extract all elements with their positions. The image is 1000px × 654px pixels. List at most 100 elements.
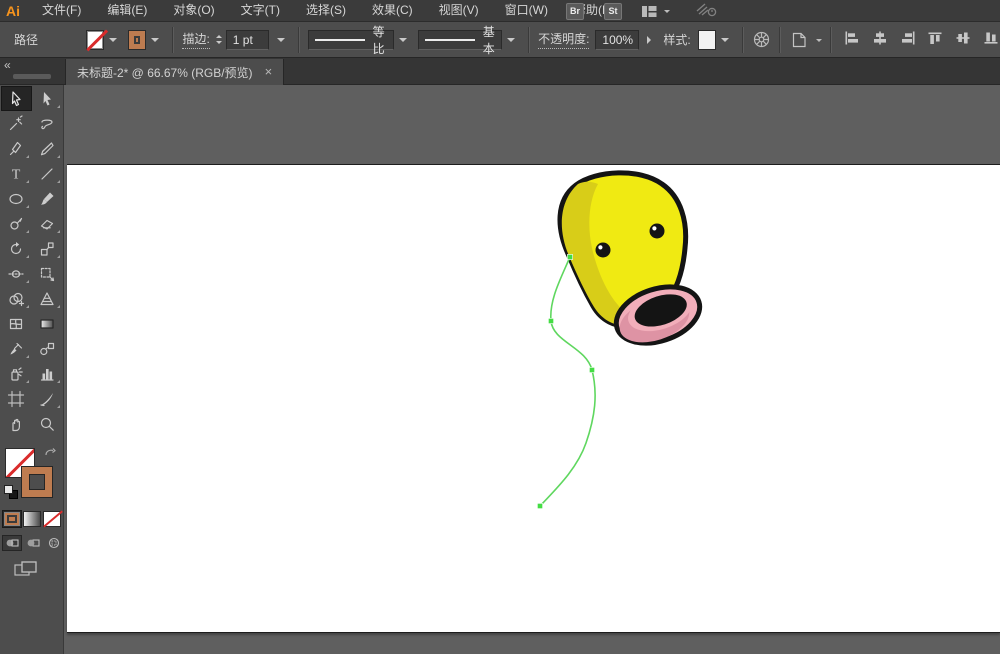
divider [298,27,300,53]
tool-pencil[interactable] [1,211,32,236]
stroke-weight-field[interactable]: 1 pt [226,30,269,50]
tool-hand[interactable] [1,411,32,436]
swap-fill-stroke-icon[interactable] [44,447,58,465]
bridge-button[interactable]: Br [566,3,584,20]
tool-scale[interactable] [32,236,63,261]
tab-strip: « 未标题-2* @ 66.67% (RGB/预览) × [0,58,1000,85]
workspace-switcher-button[interactable] [642,5,670,18]
default-fill-stroke-icon[interactable] [4,485,18,499]
tool-column-graph[interactable] [32,361,63,386]
tool-line-segment[interactable] [32,161,63,186]
menu-type[interactable]: 文字(T) [228,0,293,21]
document-setup-chevron-icon[interactable] [816,39,822,45]
menu-effect[interactable]: 效果(C) [359,0,426,21]
document-setup-icon[interactable] [789,30,809,50]
stroke-swatch-active[interactable] [21,466,53,498]
tool-artboard[interactable] [1,386,32,411]
align-center-vertical-icon[interactable] [956,31,972,48]
stock-button[interactable]: St [604,3,622,20]
tool-slice[interactable] [32,386,63,411]
brush-dropdown[interactable]: 基本 [418,30,502,50]
tool-type[interactable]: T [1,161,32,186]
fill-stroke-cluster [0,445,64,565]
paint-mode-buttons [3,511,61,527]
align-center-horizontal-icon[interactable] [872,31,888,48]
divider [742,27,744,53]
divider [779,27,781,53]
menu-object[interactable]: 对象(O) [160,0,227,21]
menu-edit[interactable]: 编辑(E) [94,0,160,21]
stroke-weight-stepper[interactable] [216,35,222,44]
tool-magic-wand[interactable] [1,111,32,136]
align-bottom-icon[interactable] [984,31,1000,48]
stroke-color-swatch[interactable] [128,30,146,50]
tool-paintbrush[interactable] [32,186,63,211]
tool-free-transform[interactable] [32,261,63,286]
document-tab-title: 未标题-2* @ 66.67% (RGB/预览) [77,64,253,81]
menu-view[interactable]: 视图(V) [426,0,492,21]
tab-close-icon[interactable]: × [265,66,273,78]
align-right-icon[interactable] [900,31,916,48]
tool-zoom[interactable] [32,411,63,436]
tool-mesh[interactable] [1,311,32,336]
artwork[interactable] [520,165,720,520]
none-button[interactable] [43,511,61,527]
gradient-button[interactable] [23,511,41,527]
draw-behind-button[interactable] [23,535,43,551]
brush-chevron-icon[interactable] [507,38,515,46]
draw-normal-button[interactable] [2,535,22,551]
tool-perspective-grid[interactable] [32,286,63,311]
brush-preview [425,39,475,41]
width-profile-dropdown[interactable]: 等比 [308,30,394,50]
svg-text:T: T [12,167,21,182]
color-button[interactable] [3,511,21,527]
document-tab[interactable]: 未标题-2* @ 66.67% (RGB/预览) × [65,59,284,85]
tool-blend[interactable] [32,336,63,361]
toolbar-collapse-button[interactable]: « [4,58,11,72]
context-label: 路径 [14,31,38,48]
width-profile-chevron-icon[interactable] [399,38,407,46]
menu-select[interactable]: 选择(S) [293,0,359,21]
screen-mode-button[interactable] [14,561,40,584]
divider [830,27,832,53]
tool-direct-selection[interactable] [32,86,63,111]
tool-lasso[interactable] [32,111,63,136]
chevron-down-icon [664,10,670,16]
stroke-weight-label[interactable]: 描边: [182,30,209,49]
tool-pen[interactable] [1,136,32,161]
tools-panel: T [0,85,64,654]
stroke-weight-dropdown-icon[interactable] [277,38,285,46]
align-top-icon[interactable] [928,31,944,48]
opacity-flyout-icon[interactable] [647,36,655,44]
tool-rotate[interactable] [1,236,32,261]
draw-inside-button[interactable] [44,535,64,551]
tool-width[interactable] [1,261,32,286]
app-logo-icon: Ai [0,3,29,19]
opacity-label[interactable]: 不透明度: [538,30,589,49]
align-left-icon[interactable] [844,31,860,48]
align-group [844,31,1000,48]
style-chevron-icon[interactable] [721,38,729,46]
toolbar-grip[interactable] [13,74,51,79]
tool-eyedropper[interactable] [1,336,32,361]
menu-file[interactable]: 文件(F) [29,0,94,21]
cs-live-icon[interactable] [696,2,718,20]
menu-window[interactable]: 窗口(W) [492,0,561,21]
tool-calligraphy-pen[interactable] [32,136,63,161]
style-label: 样式: [663,31,690,48]
tool-shape-builder[interactable] [1,286,32,311]
opacity-field[interactable]: 100% [595,30,639,50]
fill-chevron-icon[interactable] [109,38,117,46]
tool-eraser[interactable] [32,211,63,236]
stroke-chevron-icon[interactable] [151,38,159,46]
style-swatch[interactable] [698,30,716,50]
recolor-artwork-icon[interactable] [752,30,771,49]
stroke-profile-preview [315,39,365,41]
divider [528,27,530,53]
fill-color-swatch[interactable] [86,30,104,50]
tool-gradient[interactable] [32,311,63,336]
menu-bar: Ai 文件(F) 编辑(E) 对象(O) 文字(T) 选择(S) 效果(C) 视… [0,0,1000,22]
tool-ellipse[interactable] [1,186,32,211]
tool-selection[interactable] [1,86,32,111]
tool-symbol-sprayer[interactable] [1,361,32,386]
